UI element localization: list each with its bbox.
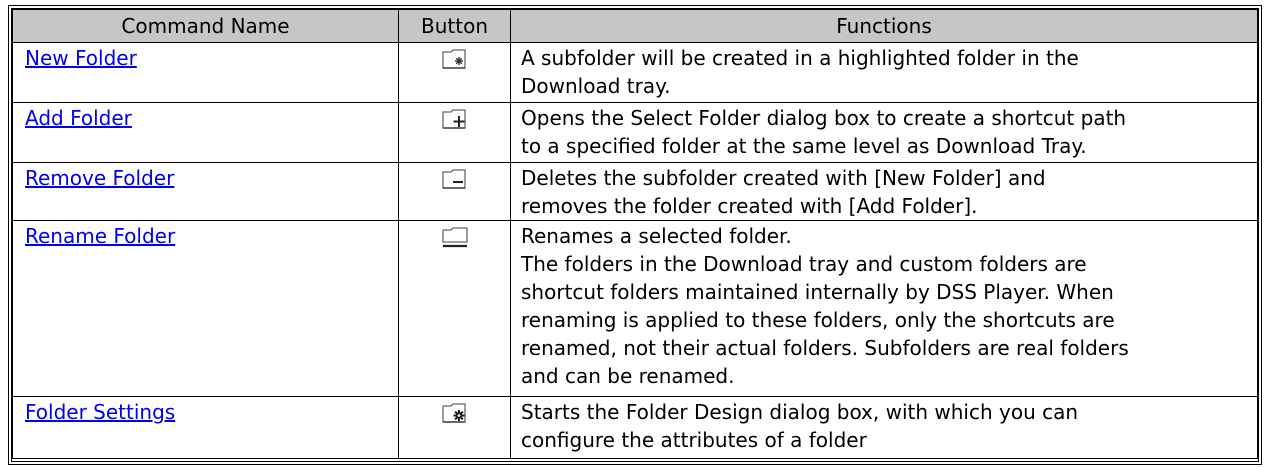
remove-folder-link[interactable]: Remove Folder <box>25 166 174 190</box>
function-line: renaming is applied to these folders, on… <box>521 308 1115 332</box>
command-cell: Folder Settings <box>12 396 399 459</box>
table-row: Remove Folder Deletes the subfolder crea… <box>12 162 1258 221</box>
button-cell <box>398 42 511 103</box>
header-button: Button <box>398 9 511 43</box>
command-cell: Add Folder <box>12 102 399 163</box>
table-row: Folder Settings Starts the Folder Design… <box>12 396 1258 459</box>
add-folder-icon <box>440 107 470 131</box>
table-row: Rename Folder Renames a selected folder.… <box>12 220 1258 397</box>
function-line: Deletes the subfolder created with [New … <box>521 166 1046 190</box>
function-line: configure the attributes of a folder <box>521 428 867 452</box>
function-line: The folders in the Download tray and cus… <box>521 252 1087 276</box>
folder-settings-icon <box>440 401 470 425</box>
function-line: to a specified folder at the same level … <box>521 134 1087 158</box>
button-cell <box>398 396 511 459</box>
rename-folder-link[interactable]: Rename Folder <box>25 224 175 248</box>
table-row: New Folder A subfolder will be created i… <box>12 42 1258 103</box>
function-line: Opens the Select Folder dialog box to cr… <box>521 106 1127 130</box>
function-cell: Renames a selected folder. The folders i… <box>510 220 1258 397</box>
new-folder-icon <box>440 47 470 71</box>
table-row: Add Folder Opens the Select Folder dialo… <box>12 102 1258 163</box>
function-line: Starts the Folder Design dialog box, wit… <box>521 400 1079 424</box>
header-command-name: Command Name <box>12 9 399 43</box>
function-line: Download tray. <box>521 74 671 98</box>
function-cell: A subfolder will be created in a highlig… <box>510 42 1258 103</box>
function-line: Renames a selected folder. <box>521 224 792 248</box>
header-functions: Functions <box>510 9 1258 43</box>
button-cell <box>398 162 511 221</box>
function-line: A subfolder will be created in a highlig… <box>521 46 1079 70</box>
table-header-row: Command Name Button Functions <box>12 9 1258 43</box>
function-cell: Opens the Select Folder dialog box to cr… <box>510 102 1258 163</box>
function-line: removes the folder created with [Add Fol… <box>521 194 978 218</box>
function-cell: Deletes the subfolder created with [New … <box>510 162 1258 221</box>
commands-table: Command Name Button Functions New Folder <box>12 9 1258 459</box>
command-cell: New Folder <box>12 42 399 103</box>
function-line: shortcut folders maintained internally b… <box>521 280 1114 304</box>
function-line: renamed, not their actual folders. Subfo… <box>521 336 1129 360</box>
function-cell: Starts the Folder Design dialog box, wit… <box>510 396 1258 459</box>
new-folder-link[interactable]: New Folder <box>25 46 137 70</box>
command-cell: Rename Folder <box>12 220 399 397</box>
button-cell <box>398 220 511 397</box>
add-folder-link[interactable]: Add Folder <box>25 106 132 130</box>
commands-table-frame: Command Name Button Functions New Folder <box>8 5 1262 465</box>
command-cell: Remove Folder <box>12 162 399 221</box>
button-cell <box>398 102 511 163</box>
folder-settings-link[interactable]: Folder Settings <box>25 400 175 424</box>
remove-folder-icon <box>440 167 470 191</box>
function-line: and can be renamed. <box>521 364 735 388</box>
rename-folder-icon <box>440 225 470 249</box>
